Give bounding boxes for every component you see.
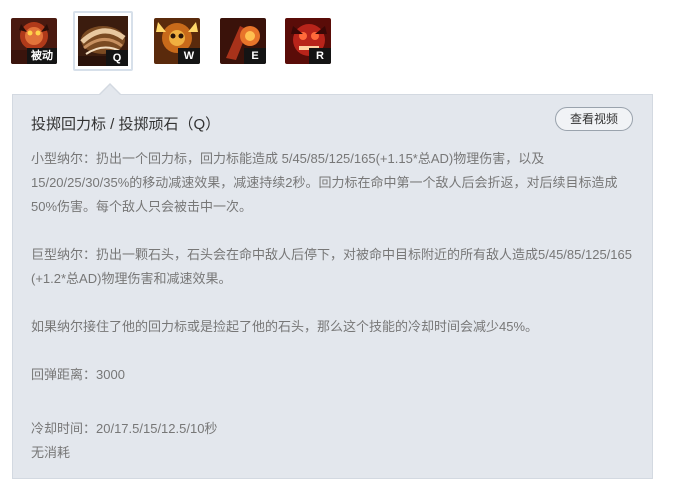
return-range: 回弹距离：3000 [31, 367, 125, 382]
cost: 无消耗 [31, 445, 71, 460]
skill-r-button[interactable]: R [285, 18, 331, 64]
skill-title: 投掷回力标 / 投掷顽石（Q） [31, 116, 221, 133]
skill-bar: 被动 Q W E R [0, 0, 673, 90]
skill-key-label: Q [106, 50, 128, 66]
skill-key-label: R [309, 48, 331, 64]
cooldown: 冷却时间：20/17.5/15/12.5/10秒 [31, 421, 218, 436]
skill-q-button[interactable]: Q [73, 11, 133, 71]
view-video-button[interactable]: 查看视频 [555, 107, 633, 131]
skill-detail-panel: 投掷回力标 / 投掷顽石（Q） 查看视频 小型纳尔：扔出一个回力标，回力标能造成… [12, 94, 653, 479]
mega-form-description: 巨型纳尔：扔出一颗石头，石头会在命中敌人后停下，对被命中目标附近的所有敌人造成5… [31, 247, 632, 286]
skill-key-label: E [244, 48, 266, 64]
corner-square [654, 468, 664, 478]
skill-key-label: 被动 [27, 48, 57, 64]
skill-passive-button[interactable]: 被动 [11, 18, 57, 64]
cooldown-refund-note: 如果纳尔接住了他的回力标或是捡起了他的石头，那么这个技能的冷却时间会减少45%。 [31, 319, 539, 334]
skill-description: 小型纳尔：扔出一个回力标，回力标能造成 5/45/85/125/165(+1.1… [31, 147, 636, 465]
panel-pointer-fill [100, 85, 120, 95]
skill-w-button[interactable]: W [154, 18, 200, 64]
skill-e-button[interactable]: E [220, 18, 266, 64]
skill-key-label: W [178, 48, 200, 64]
small-form-description: 小型纳尔：扔出一个回力标，回力标能造成 5/45/85/125/165(+1.1… [31, 151, 618, 214]
